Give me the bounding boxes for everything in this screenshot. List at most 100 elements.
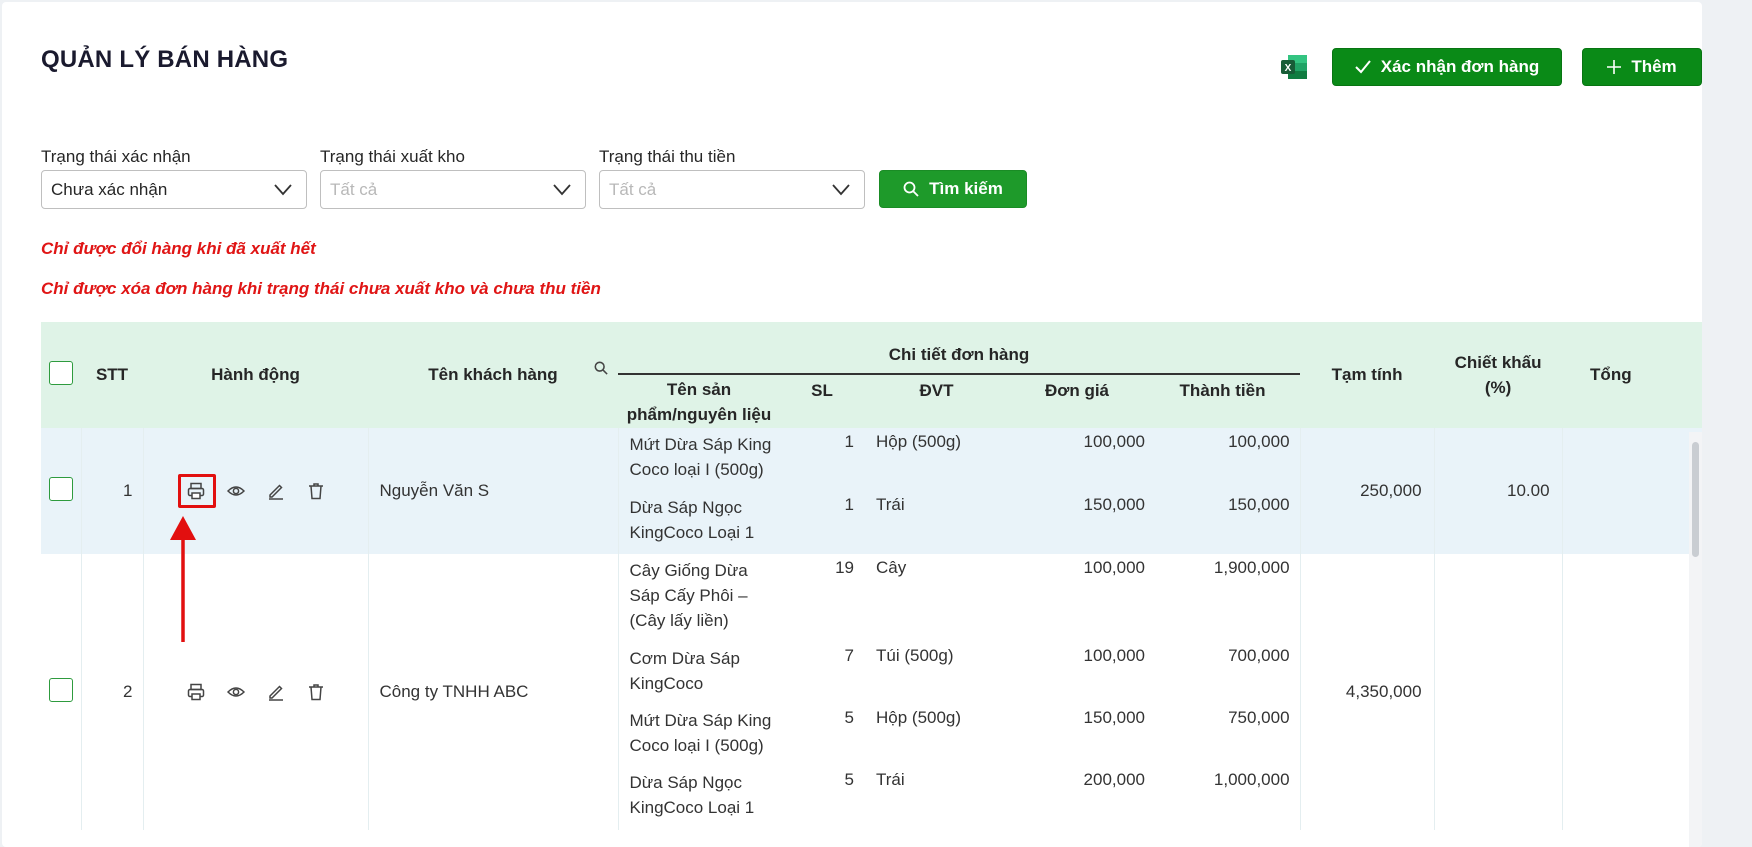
col-order-detail: Chi tiết đơn hàng — [618, 322, 1301, 374]
row-checkbox[interactable] — [48, 677, 73, 702]
item-qty: 1 — [780, 428, 864, 491]
confirm-status-label: Trạng thái xác nhận — [41, 147, 191, 166]
print-icon[interactable] — [187, 683, 205, 701]
export-status-label: Trạng thái xuất kho — [320, 147, 465, 166]
edit-icon[interactable] — [267, 482, 285, 500]
warning-exchange: Chỉ được đổi hàng khi đã xuất hết — [41, 239, 316, 258]
item-product: Cây Giống Dừa Sáp Cấy Phôi – (Cây lấy li… — [617, 554, 780, 642]
page-title: QUẢN LÝ BÁN HÀNG — [41, 46, 289, 73]
row-stt: 2 — [81, 554, 144, 830]
payment-status-placeholder: Tất cả — [609, 179, 657, 199]
edit-icon[interactable] — [267, 683, 285, 701]
col-customer: Tên khách hàng — [368, 322, 618, 428]
select-all-checkbox[interactable] — [49, 360, 73, 385]
add-button[interactable]: Thêm — [1582, 48, 1702, 86]
chevron-down-icon — [274, 184, 292, 196]
check-icon — [1355, 60, 1371, 74]
row-discount: 10.00 — [1434, 428, 1563, 554]
chevron-down-icon — [553, 184, 571, 196]
order-detail-label: Chi tiết đơn hàng — [888, 345, 1030, 364]
confirm-status-value: Chưa xác nhận — [51, 179, 168, 199]
col-stt: STT — [81, 322, 143, 428]
row-subtotal: 250,000 — [1300, 428, 1435, 554]
item-unit: Hộp (500g) — [864, 428, 1009, 491]
export-status-placeholder: Tất cả — [330, 179, 378, 199]
search-button[interactable]: Tìm kiếm — [879, 170, 1027, 208]
col-unit: ĐVT — [864, 373, 1009, 428]
confirm-order-button[interactable]: Xác nhận đơn hàng — [1332, 48, 1562, 86]
payment-status-label: Trạng thái thu tiền — [599, 147, 736, 166]
item-amount: 1,000,000 — [1145, 766, 1301, 830]
item-product: Dừa Sáp Ngọc KingCoco Loại 1 — [617, 491, 780, 554]
confirm-order-label: Xác nhận đơn hàng — [1380, 57, 1540, 76]
view-icon[interactable] — [226, 482, 245, 500]
row-total — [1562, 554, 1702, 830]
print-icon[interactable] — [177, 474, 216, 508]
item-unit-price: 150,000 — [1009, 491, 1145, 554]
delete-icon[interactable] — [307, 683, 325, 701]
delete-icon[interactable] — [307, 482, 325, 500]
orders-table: STT Hành động Tên khách hàng Chi tiết đơ… — [41, 322, 1702, 847]
item-qty: 5 — [780, 704, 864, 766]
select-all-cell — [41, 322, 81, 428]
item-product: Mứt Dừa Sáp King Coco loại I (500g) — [617, 704, 780, 766]
item-unit: Trái — [864, 491, 1009, 554]
sales-management-page: QUẢN LÝ BÁN HÀNG X Xác nhận đơn hàng Thê… — [2, 2, 1702, 847]
row-customer: Công ty TNHH ABC — [368, 554, 619, 830]
item-unit-price: 100,000 — [1009, 642, 1145, 704]
row-discount — [1434, 554, 1563, 830]
export-status-select[interactable]: Tất cả — [320, 170, 586, 209]
confirm-status-select[interactable]: Chưa xác nhận — [41, 170, 307, 209]
item-product: Dừa Sáp Ngọc KingCoco Loại 1 — [617, 766, 780, 830]
vertical-scrollbar-thumb[interactable] — [1692, 442, 1699, 557]
warning-delete: Chỉ được xóa đơn hàng khi trạng thái chư… — [41, 279, 601, 298]
item-amount: 1,900,000 — [1145, 554, 1301, 642]
search-label: Tìm kiếm — [929, 179, 1003, 198]
payment-status-select[interactable]: Tất cả — [599, 170, 865, 209]
table-row: 2 Công ty TNHH ABC Cây Giống Dừa Sáp Cấy P… — [41, 554, 1702, 830]
row-select-cell — [41, 428, 82, 554]
col-customer-label: Tên khách hàng — [428, 365, 558, 384]
table-header: STT Hành động Tên khách hàng Chi tiết đơ… — [41, 322, 1702, 428]
table-row: 1 Nguyễn Văn S Mứt Dừa Sáp King Coco loại … — [41, 428, 1702, 554]
chevron-down-icon — [832, 184, 850, 196]
item-unit-price: 100,000 — [1009, 428, 1145, 491]
search-icon — [903, 181, 919, 197]
item-unit: Túi (500g) — [864, 642, 1009, 704]
item-unit-price: 200,000 — [1009, 766, 1145, 830]
row-select-cell — [41, 554, 82, 830]
item-qty: 19 — [780, 554, 864, 642]
view-icon[interactable] — [226, 683, 245, 701]
col-subtotal: Tạm tính — [1300, 322, 1435, 428]
item-unit: Cây — [864, 554, 1009, 642]
plus-icon — [1607, 60, 1622, 74]
item-unit: Hộp (500g) — [864, 704, 1009, 766]
col-amount: Thành tiền — [1145, 373, 1301, 428]
row-stt: 1 — [81, 428, 144, 554]
col-unit-price: Đơn giá — [1009, 373, 1145, 428]
row-checkbox[interactable] — [48, 476, 73, 501]
row-subtotal: 4,350,000 — [1300, 554, 1435, 830]
item-unit-price: 100,000 — [1009, 554, 1145, 642]
col-discount: Chiết khấu (%) — [1434, 322, 1563, 428]
row-total — [1562, 428, 1702, 554]
excel-icon[interactable]: X — [1280, 54, 1308, 80]
item-product: Cơm Dừa Sáp KingCoco — [617, 642, 780, 704]
col-qty: SL — [780, 373, 864, 428]
item-qty: 1 — [780, 491, 864, 554]
item-amount: 100,000 — [1145, 428, 1301, 491]
item-amount: 750,000 — [1145, 704, 1301, 766]
item-qty: 7 — [780, 642, 864, 704]
col-total: Tổng — [1562, 322, 1702, 428]
item-unit-price: 150,000 — [1009, 704, 1145, 766]
row-customer: Nguyễn Văn S — [368, 428, 619, 554]
item-amount: 150,000 — [1145, 491, 1301, 554]
col-actions: Hành động — [143, 322, 368, 428]
item-amount: 700,000 — [1145, 642, 1301, 704]
item-qty: 5 — [780, 766, 864, 830]
highlight-box — [177, 474, 216, 508]
search-icon[interactable] — [594, 361, 608, 375]
col-product: Tên sản phẩm/nguyên liệu — [618, 373, 780, 428]
svg-text:X: X — [1285, 63, 1292, 74]
item-product: Mứt Dừa Sáp King Coco loại I (500g) — [617, 428, 780, 491]
